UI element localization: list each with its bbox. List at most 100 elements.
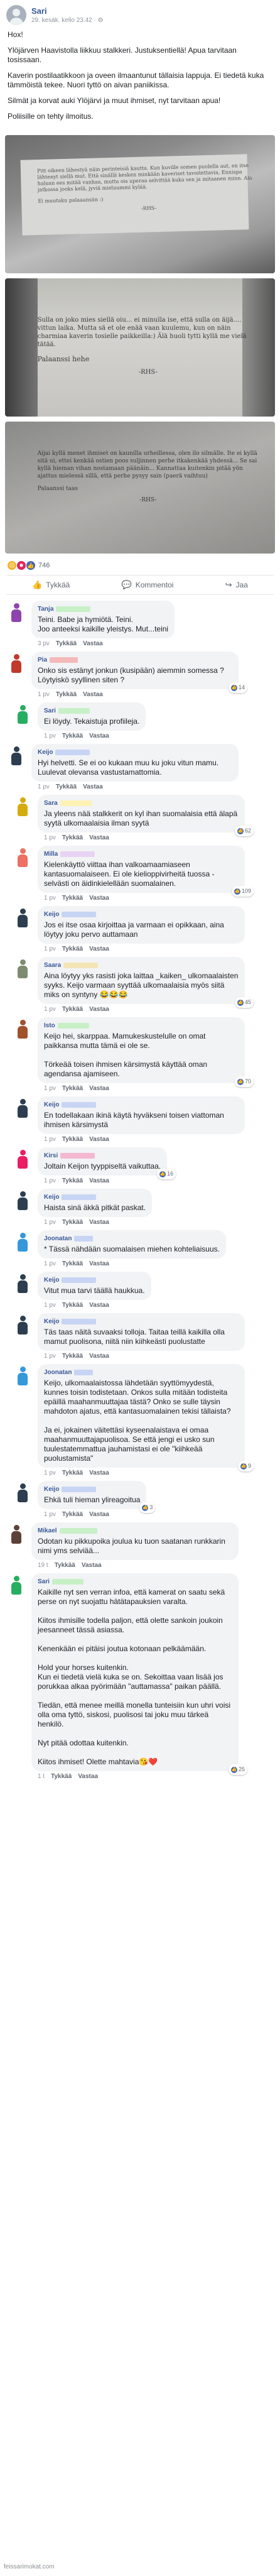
comment-time[interactable]: 1 pv [44, 1136, 56, 1143]
commenter-avatar[interactable] [13, 1231, 34, 1253]
commenter-name[interactable]: Milla [44, 849, 58, 859]
commenter-avatar[interactable] [13, 704, 34, 725]
comment-time[interactable]: 1 pv [44, 1006, 56, 1013]
commenter-name[interactable]: Pia [38, 655, 47, 665]
commenter-name[interactable]: Kirsi [44, 1151, 58, 1160]
like-button[interactable]: 👍 Tykkää [32, 580, 70, 590]
comment-time[interactable]: 1 pv [44, 733, 56, 740]
commenter-avatar[interactable] [13, 1018, 34, 1040]
note-photo-2[interactable]: Sulla on joko mies siellä oiu... ei minu… [5, 278, 275, 417]
comment-reply-link[interactable]: Vastaa [89, 1302, 109, 1309]
commenter-name[interactable]: Keijo [44, 1317, 59, 1326]
comment-like-link[interactable]: Tykkää [62, 1177, 83, 1184]
commenter-name[interactable]: Keijo [44, 1192, 59, 1202]
comment-time[interactable]: 1 pv [44, 1353, 56, 1360]
commenter-avatar[interactable] [13, 1273, 34, 1294]
comment-like-link[interactable]: Tykkää [56, 640, 77, 647]
commenter-avatar[interactable] [6, 1524, 28, 1545]
commenter-avatar[interactable] [13, 958, 34, 980]
commenter-avatar[interactable] [13, 1365, 34, 1387]
comment-time[interactable]: 1 pv [38, 691, 50, 698]
comment-time[interactable]: 1 t [38, 1773, 45, 1780]
comment-like-count[interactable]: 👍 62 [234, 826, 254, 836]
commenter-name[interactable]: Keijo [44, 1485, 59, 1494]
commenter-name[interactable]: Keijo [38, 748, 53, 757]
comment-like-count[interactable]: 👍 109 [231, 886, 254, 897]
comment-like-link[interactable]: Tykkää [62, 1006, 83, 1013]
commenter-name[interactable]: Sari [44, 706, 56, 716]
comment-reply-link[interactable]: Vastaa [83, 783, 103, 790]
comment-like-link[interactable]: Tykkää [62, 1085, 83, 1092]
comment-like-link[interactable]: Tykkää [62, 895, 83, 902]
comment-reply-link[interactable]: Vastaa [89, 834, 109, 841]
comment-like-count[interactable]: 👍 25 [228, 1764, 247, 1775]
comment-reply-link[interactable]: Vastaa [83, 691, 103, 698]
comment-like-link[interactable]: Tykkää [62, 1511, 83, 1518]
comment-like-link[interactable]: Tykkää [62, 946, 83, 952]
comment-time[interactable]: 1 pv [44, 946, 56, 952]
comment-time[interactable]: 1 pv [44, 895, 56, 902]
comment-like-link[interactable]: Tykkää [56, 783, 77, 790]
comment-like-link[interactable]: Tykkää [62, 1470, 83, 1476]
comment-reply-link[interactable]: Vastaa [89, 1219, 109, 1226]
commenter-avatar[interactable] [13, 1098, 34, 1119]
comment-like-count[interactable]: 👍 70 [234, 1076, 254, 1087]
commenter-avatar[interactable] [6, 653, 28, 674]
comment-like-link[interactable]: Tykkää [62, 1136, 83, 1143]
comment-like-link[interactable]: Tykkää [62, 1260, 83, 1267]
comment-time[interactable]: 1 pv [44, 1219, 56, 1226]
commenter-name[interactable]: Tanja [38, 604, 53, 614]
comment-time[interactable]: 1 pv [44, 1511, 56, 1518]
commenter-name[interactable]: Keijo [44, 1100, 59, 1110]
comment-like-count[interactable]: 👍 14 [228, 682, 247, 693]
post-author-avatar[interactable] [6, 5, 26, 25]
comment-like-count[interactable]: 👍 3 [139, 1502, 156, 1513]
comment-button[interactable]: 💬 Kommentoi [122, 580, 174, 590]
commenter-avatar[interactable] [13, 1482, 34, 1504]
commenter-name[interactable]: Sara [44, 799, 58, 808]
commenter-name[interactable]: Joonatan [44, 1234, 72, 1243]
comment-reply-link[interactable]: Vastaa [78, 1773, 98, 1780]
comment-like-link[interactable]: Tykkää [62, 733, 83, 740]
comment-time[interactable]: 1 pv [44, 1177, 56, 1184]
commenter-avatar[interactable] [13, 1190, 34, 1211]
comment-like-count[interactable]: 👍 45 [234, 997, 254, 1008]
comment-reply-link[interactable]: Vastaa [89, 1511, 109, 1518]
comment-reply-link[interactable]: Vastaa [83, 640, 103, 647]
post-author-name[interactable]: Sari [31, 6, 104, 16]
comment-like-link[interactable]: Tykkää [55, 1562, 75, 1569]
comment-reply-link[interactable]: Vastaa [82, 1562, 102, 1569]
comment-time[interactable]: 1 pv [44, 1260, 56, 1267]
comment-reply-link[interactable]: Vastaa [89, 733, 109, 740]
comment-reply-link[interactable]: Vastaa [89, 895, 109, 902]
comment-like-link[interactable]: Tykkää [56, 691, 77, 698]
comment-time[interactable]: 1 pv [44, 1302, 56, 1309]
commenter-name[interactable]: Sari [38, 1577, 50, 1586]
comment-time[interactable]: 1 pv [44, 1470, 56, 1476]
comment-time[interactable]: 1 pv [44, 834, 56, 841]
comment-time[interactable]: 1 pv [44, 1085, 56, 1092]
comment-like-count[interactable]: 👍 16 [157, 1169, 176, 1179]
commenter-name[interactable]: Joonatan [44, 1368, 72, 1377]
commenter-avatar[interactable] [6, 745, 28, 767]
comment-reply-link[interactable]: Vastaa [89, 1470, 109, 1476]
commenter-name[interactable]: Keijo [44, 1275, 59, 1285]
commenter-name[interactable]: Mikael [38, 1526, 57, 1536]
commenter-avatar[interactable] [13, 1149, 34, 1170]
comment-time[interactable]: 19 t [38, 1562, 48, 1569]
share-button[interactable]: ↪ Jaa [225, 580, 248, 590]
comment-like-link[interactable]: Tykkää [62, 1219, 83, 1226]
comment-reply-link[interactable]: Vastaa [89, 1006, 109, 1013]
comment-reply-link[interactable]: Vastaa [89, 1136, 109, 1143]
post-timestamp[interactable]: 29. kesäk. kello 23.42 · [31, 17, 98, 24]
note-photo-1[interactable]: Pitt oikeen lähestyä näin perinteisiä ka… [5, 135, 275, 273]
commenter-avatar[interactable] [13, 796, 34, 817]
comment-like-link[interactable]: Tykkää [51, 1773, 72, 1780]
comment-like-link[interactable]: Tykkää [62, 1353, 83, 1360]
commenter-avatar[interactable] [6, 1575, 28, 1596]
comment-like-link[interactable]: Tykkää [62, 834, 83, 841]
comment-time[interactable]: 1 pv [38, 783, 50, 790]
commenter-name[interactable]: Keijo [44, 910, 59, 919]
comment-reply-link[interactable]: Vastaa [89, 1177, 109, 1184]
note-photo-3[interactable]: Aijai kyllä menet ihmiset on kaunilla ur… [5, 422, 275, 554]
